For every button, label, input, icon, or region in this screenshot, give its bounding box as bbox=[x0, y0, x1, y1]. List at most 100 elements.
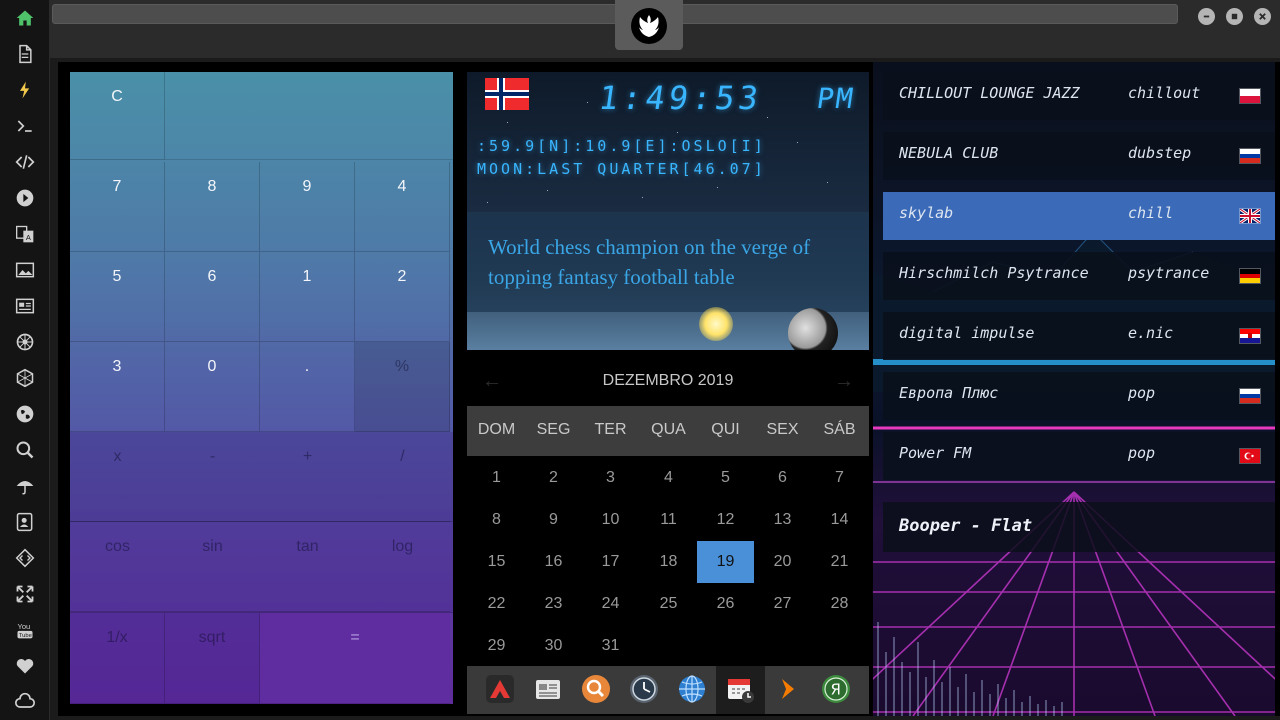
clock-app-icon[interactable] bbox=[629, 674, 659, 704]
calendar-date[interactable]: 17 bbox=[582, 541, 639, 583]
digit-0-button[interactable]: 0 bbox=[165, 342, 260, 432]
calendar-date[interactable]: 13 bbox=[754, 499, 811, 541]
umbrella-icon[interactable] bbox=[13, 474, 37, 498]
calendar-date[interactable]: 18 bbox=[640, 541, 697, 583]
digit-1-button[interactable]: 1 bbox=[260, 252, 355, 342]
sqrt-button[interactable]: sqrt bbox=[165, 613, 260, 704]
calendar-date[interactable]: 9 bbox=[525, 499, 582, 541]
calendar-date[interactable]: 7 bbox=[811, 457, 868, 499]
divide-button[interactable]: / bbox=[355, 432, 450, 522]
news-headline[interactable]: World chess champion on the verge of top… bbox=[467, 212, 869, 312]
calendar-date[interactable]: 8 bbox=[468, 499, 525, 541]
radio-station-row-active[interactable]: skylab chill bbox=[883, 192, 1275, 240]
home-icon[interactable] bbox=[13, 6, 37, 30]
calendar-date[interactable]: 10 bbox=[582, 499, 639, 541]
calendar-date[interactable]: 27 bbox=[754, 583, 811, 625]
calendar-date[interactable]: 22 bbox=[468, 583, 525, 625]
calendar-date[interactable]: 2 bbox=[525, 457, 582, 499]
heart-icon[interactable] bbox=[13, 654, 37, 678]
news-app-icon[interactable] bbox=[533, 674, 563, 704]
image-icon[interactable] bbox=[13, 258, 37, 282]
red-triangle-app-icon[interactable] bbox=[485, 674, 515, 704]
calendar-date[interactable]: 5 bbox=[697, 457, 754, 499]
calendar-date[interactable]: 11 bbox=[640, 499, 697, 541]
expand-icon[interactable] bbox=[13, 582, 37, 606]
youtube-icon[interactable]: You Tube bbox=[13, 618, 37, 642]
station-name: Европа Плюс bbox=[899, 384, 999, 402]
calendar-date[interactable]: 26 bbox=[697, 583, 754, 625]
radio-station-row[interactable]: CHILLOUT LOUNGE JAZZ chillout bbox=[883, 72, 1275, 120]
cloud-icon[interactable] bbox=[13, 690, 37, 714]
calendar-date[interactable]: 15 bbox=[468, 541, 525, 583]
multiply-button[interactable]: x bbox=[70, 432, 165, 522]
digit-3-button[interactable]: 3 bbox=[70, 342, 165, 432]
settings-wheel-icon[interactable] bbox=[13, 330, 37, 354]
clear-button[interactable]: C bbox=[70, 72, 165, 160]
digit-5-button[interactable]: 5 bbox=[70, 252, 165, 342]
station-genre: pop bbox=[1128, 444, 1156, 462]
close-button[interactable] bbox=[1254, 8, 1271, 25]
calendar-date[interactable]: 20 bbox=[754, 541, 811, 583]
code-icon[interactable] bbox=[13, 150, 37, 174]
digit-8-button[interactable]: 8 bbox=[165, 162, 260, 252]
yandex-app-icon[interactable]: Я bbox=[821, 674, 851, 704]
calendar-date[interactable]: 29 bbox=[468, 625, 525, 667]
calendar-date[interactable]: 16 bbox=[525, 541, 582, 583]
calendar-date[interactable]: 21 bbox=[811, 541, 868, 583]
sin-button[interactable]: sin bbox=[165, 522, 260, 612]
digit-9-button[interactable]: 9 bbox=[260, 162, 355, 252]
digit-4-button[interactable]: 4 bbox=[355, 162, 450, 252]
globe-app-icon[interactable] bbox=[677, 674, 707, 704]
digit-6-button[interactable]: 6 bbox=[165, 252, 260, 342]
news-icon[interactable] bbox=[13, 294, 37, 318]
document-icon[interactable] bbox=[13, 42, 37, 66]
contacts-icon[interactable] bbox=[13, 510, 37, 534]
radio-station-row[interactable]: Power FM pop bbox=[883, 432, 1275, 480]
logo-tab[interactable] bbox=[615, 0, 683, 50]
next-month-icon[interactable]: → bbox=[834, 370, 854, 393]
calendar-app-icon[interactable] bbox=[725, 674, 755, 704]
calendar-date[interactable]: 25 bbox=[640, 583, 697, 625]
prev-month-icon[interactable]: ← bbox=[482, 370, 502, 393]
calendar-date[interactable]: 6 bbox=[754, 457, 811, 499]
log-button[interactable]: log bbox=[355, 522, 450, 612]
calendar-date[interactable]: 14 bbox=[811, 499, 868, 541]
radio-station-row[interactable]: digital impulse e.nic bbox=[883, 312, 1275, 360]
globe-icon[interactable] bbox=[13, 402, 37, 426]
calendar-date[interactable]: 24 bbox=[582, 583, 639, 625]
search-icon[interactable] bbox=[13, 438, 37, 462]
diamond-code-icon[interactable] bbox=[13, 546, 37, 570]
radio-station-row[interactable]: NEBULA CLUB dubstep bbox=[883, 132, 1275, 180]
translate-icon[interactable]: A bbox=[13, 222, 37, 246]
subtract-button[interactable]: - bbox=[165, 432, 260, 522]
cos-button[interactable]: cos bbox=[70, 522, 165, 612]
calendar-date-today[interactable]: 19 bbox=[697, 541, 754, 583]
calendar-date[interactable]: 3 bbox=[582, 457, 639, 499]
minimize-button[interactable] bbox=[1198, 8, 1215, 25]
calendar-date[interactable]: 28 bbox=[811, 583, 868, 625]
calendar-date[interactable]: 23 bbox=[525, 583, 582, 625]
tan-button[interactable]: tan bbox=[260, 522, 355, 612]
digit-7-button[interactable]: 7 bbox=[70, 162, 165, 252]
calendar-date[interactable]: 12 bbox=[697, 499, 754, 541]
calendar-date[interactable]: 4 bbox=[640, 457, 697, 499]
digit-2-button[interactable]: 2 bbox=[355, 252, 450, 342]
reciprocal-button[interactable]: 1/x bbox=[70, 613, 165, 704]
radio-station-row[interactable]: Европа Плюс pop bbox=[883, 372, 1275, 420]
calendar-date[interactable]: 1 bbox=[468, 457, 525, 499]
hexagon-icon[interactable] bbox=[13, 366, 37, 390]
terminal-icon[interactable] bbox=[13, 114, 37, 138]
russia-flag-icon bbox=[1239, 388, 1261, 404]
percent-button[interactable]: % bbox=[355, 342, 450, 432]
arrow-app-icon[interactable] bbox=[773, 674, 803, 704]
add-button[interactable]: + bbox=[260, 432, 355, 522]
maximize-button[interactable] bbox=[1226, 8, 1243, 25]
decimal-button[interactable]: . bbox=[260, 342, 355, 432]
search-app-icon[interactable] bbox=[581, 674, 611, 704]
lightning-icon[interactable] bbox=[13, 78, 37, 102]
calendar-date[interactable]: 30 bbox=[525, 625, 582, 667]
play-icon[interactable] bbox=[13, 186, 37, 210]
equals-button[interactable]: = bbox=[260, 613, 450, 704]
radio-station-row[interactable]: Hirschmilch Psytrance psytrance bbox=[883, 252, 1275, 300]
calendar-date[interactable]: 31 bbox=[582, 625, 639, 667]
